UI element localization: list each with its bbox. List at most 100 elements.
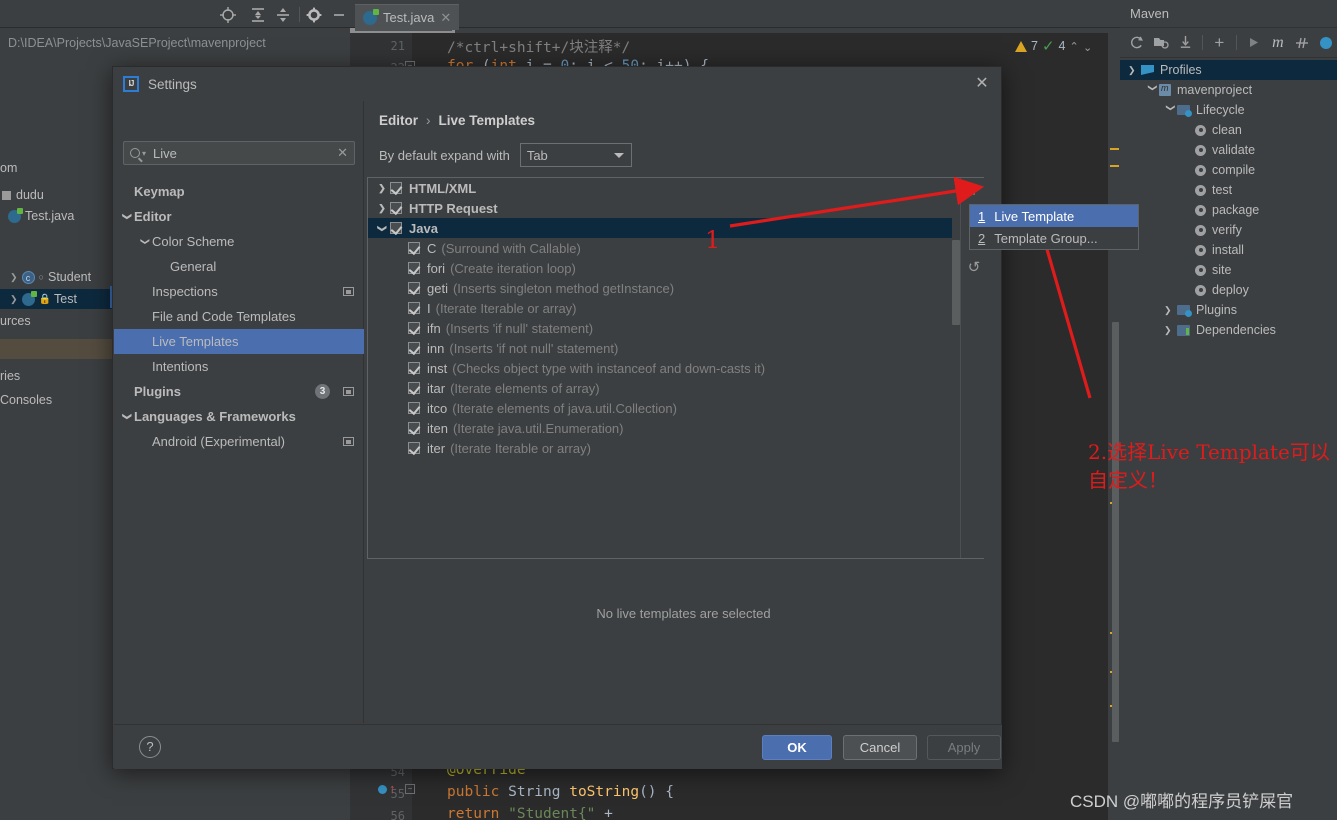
sidebar-item-test[interactable]: ❯ 🔒 Test xyxy=(0,289,112,309)
sidebar-item-om[interactable]: om xyxy=(0,158,17,178)
template-row-java[interactable]: ❯ Java xyxy=(368,218,952,238)
chevron-up-icon[interactable]: ⌃ xyxy=(1069,40,1078,53)
run-icon[interactable] xyxy=(1243,32,1264,54)
template-enabled-checkbox[interactable] xyxy=(390,182,402,194)
template-row-geti[interactable]: geti (Inserts singleton method getInstanc… xyxy=(368,278,952,298)
settings-nav-item-android-experimental-[interactable]: Android (Experimental) xyxy=(114,429,364,454)
maven-tree[interactable]: ❯Profiles❯mavenproject❯Lifecyclecleanval… xyxy=(1120,60,1337,340)
template-row-iten[interactable]: iten (Iterate java.util.Enumeration) xyxy=(368,418,952,438)
settings-nav-item-file-and-code-templates[interactable]: File and Code Templates xyxy=(114,304,364,329)
chevron-down-icon[interactable]: ▾ xyxy=(142,149,146,158)
chevron-right-icon[interactable]: ❯ xyxy=(1128,65,1141,76)
template-enabled-checkbox[interactable] xyxy=(408,282,420,294)
maven-tree-item-compile[interactable]: compile xyxy=(1120,160,1337,180)
sidebar-item-consoles[interactable]: Consoles xyxy=(0,390,52,410)
warning-marker[interactable] xyxy=(1110,148,1119,150)
template-row-fori[interactable]: fori (Create iteration loop) xyxy=(368,258,952,278)
chevron-down-icon[interactable]: ❯ xyxy=(1147,84,1158,97)
template-enabled-checkbox[interactable] xyxy=(390,222,402,234)
settings-nav-list[interactable]: Keymap ❯ Editor ❯ Color Scheme General Inspect… xyxy=(114,179,364,454)
settings-nav-item-editor[interactable]: ❯ Editor xyxy=(114,204,364,229)
cancel-button[interactable]: Cancel xyxy=(843,735,917,760)
template-row-ifn[interactable]: ifn (Inserts 'if null' statement) xyxy=(368,318,952,338)
editor-vertical-scrollbar[interactable] xyxy=(1112,322,1119,742)
template-enabled-checkbox[interactable] xyxy=(408,262,420,274)
maven-tree-item-lifecycle[interactable]: ❯ Lifecycle xyxy=(1120,100,1337,120)
revert-button[interactable]: ↺ xyxy=(964,258,984,278)
add-template-dropdown[interactable]: 1 Live Template 2 Template Group... xyxy=(969,204,1139,250)
template-row-inst[interactable]: inst (Checks object type with instanceof … xyxy=(368,358,952,378)
maven-goal-icon[interactable]: m xyxy=(1267,32,1288,54)
settings-nav-item-intentions[interactable]: Intentions xyxy=(114,354,364,379)
clear-search-icon[interactable]: ✕ xyxy=(337,145,348,161)
template-row-itco[interactable]: itco (Iterate elements of java.util.Colle… xyxy=(368,398,952,418)
maven-tree-item-plugins[interactable]: ❯ Plugins xyxy=(1120,300,1337,320)
collapse-all-icon[interactable] xyxy=(274,6,292,24)
settings-nav-item-plugins[interactable]: Plugins 3 xyxy=(114,379,364,404)
sidebar-item-student[interactable]: ❯ c ○ Student xyxy=(10,267,91,287)
template-enabled-checkbox[interactable] xyxy=(408,342,420,354)
expand-with-select[interactable]: Tab xyxy=(519,143,632,167)
sidebar-item-test-java[interactable]: Test.java xyxy=(8,206,74,226)
chevron-right-icon[interactable]: ❯ xyxy=(1164,325,1177,336)
plus-icon[interactable]: + xyxy=(1209,32,1230,54)
template-row-http-request[interactable]: ❯ HTTP Request xyxy=(368,198,952,218)
live-templates-list[interactable]: ❯ HTML/XML ❯ HTTP Request ❯ Java C (Surround wi… xyxy=(368,178,952,558)
template-enabled-checkbox[interactable] xyxy=(390,202,402,214)
ok-button[interactable]: OK xyxy=(762,735,832,760)
maven-tree-item-site[interactable]: site xyxy=(1120,260,1337,280)
help-button[interactable]: ? xyxy=(139,736,161,758)
dropdown-item-live-template[interactable]: 1 Live Template xyxy=(970,205,1138,227)
template-enabled-checkbox[interactable] xyxy=(408,322,420,334)
add-module-icon[interactable] xyxy=(1150,32,1171,54)
template-enabled-checkbox[interactable] xyxy=(408,242,420,254)
template-row-inn[interactable]: inn (Inserts 'if not null' statement) xyxy=(368,338,952,358)
warning-marker[interactable] xyxy=(1110,165,1119,167)
template-enabled-checkbox[interactable] xyxy=(408,382,420,394)
editor-tab-test-java[interactable]: Test.java ✕ xyxy=(355,4,460,30)
breadcrumb-parent[interactable]: Editor xyxy=(379,113,418,128)
project-sidebar[interactable]: om dudu Test.java ❯ c ○ Student ❯ 🔒 Test… xyxy=(0,53,112,820)
settings-nav-item-keymap[interactable]: Keymap xyxy=(114,179,364,204)
settings-nav-item-color-scheme[interactable]: ❯ Color Scheme xyxy=(114,229,364,254)
search-input[interactable]: ▾ Live ✕ xyxy=(123,141,355,165)
skip-tests-icon[interactable] xyxy=(1292,32,1313,54)
override-gutter-icon[interactable] xyxy=(378,785,387,794)
download-sources-icon[interactable] xyxy=(1175,32,1196,54)
add-template-button[interactable]: + xyxy=(964,181,984,201)
template-row-iter[interactable]: iter (Iterate Iterable or array) xyxy=(368,438,952,458)
close-icon[interactable]: ✕ xyxy=(440,10,451,26)
locate-icon[interactable] xyxy=(219,6,237,24)
dropdown-item-template-group-[interactable]: 2 Template Group... xyxy=(970,227,1138,249)
gear-icon[interactable] xyxy=(305,6,323,24)
maven-tree-item-dependencies[interactable]: ❯ Dependencies xyxy=(1120,320,1337,340)
chevron-down-icon[interactable]: ❯ xyxy=(122,210,133,224)
sidebar-item-ries[interactable]: ries xyxy=(0,366,20,386)
maven-tree-item-test[interactable]: test xyxy=(1120,180,1337,200)
close-icon[interactable]: ✕ xyxy=(973,75,991,93)
maven-tree-item-deploy[interactable]: deploy xyxy=(1120,280,1337,300)
chevron-right-icon[interactable]: ❯ xyxy=(10,272,18,283)
template-row-html-xml[interactable]: ❯ HTML/XML xyxy=(368,178,952,198)
chevron-right-icon[interactable]: ❯ xyxy=(374,203,390,214)
sidebar-item-highlighted[interactable] xyxy=(0,339,112,359)
settings-nav-item-inspections[interactable]: Inspections xyxy=(114,279,364,304)
maven-tree-item-validate[interactable]: validate xyxy=(1120,140,1337,160)
reload-icon[interactable] xyxy=(1126,32,1147,54)
chevron-down-icon[interactable]: ❯ xyxy=(1165,104,1176,117)
expand-all-icon[interactable] xyxy=(249,6,267,24)
template-row-i[interactable]: I (Iterate Iterable or array) xyxy=(368,298,952,318)
chevron-down-icon[interactable]: ❯ xyxy=(122,410,133,424)
code-line[interactable]: return "Student{" + xyxy=(447,806,613,820)
template-enabled-checkbox[interactable] xyxy=(408,442,420,454)
sidebar-item-dudu[interactable]: dudu xyxy=(2,185,44,205)
code-line[interactable]: public String toString() { xyxy=(447,784,674,800)
fold-marker-icon[interactable]: − xyxy=(405,784,415,794)
template-row-itar[interactable]: itar (Iterate elements of array) xyxy=(368,378,952,398)
chevron-right-icon[interactable]: ❯ xyxy=(1164,305,1177,316)
chevron-right-icon[interactable]: ❯ xyxy=(374,183,390,194)
template-enabled-checkbox[interactable] xyxy=(408,302,420,314)
template-enabled-checkbox[interactable] xyxy=(408,422,420,434)
settings-nav-item-live-templates[interactable]: Live Templates xyxy=(114,329,364,354)
inspection-widget[interactable]: 7 ✓ 4 ⌃ ⌃ xyxy=(1015,34,1092,58)
